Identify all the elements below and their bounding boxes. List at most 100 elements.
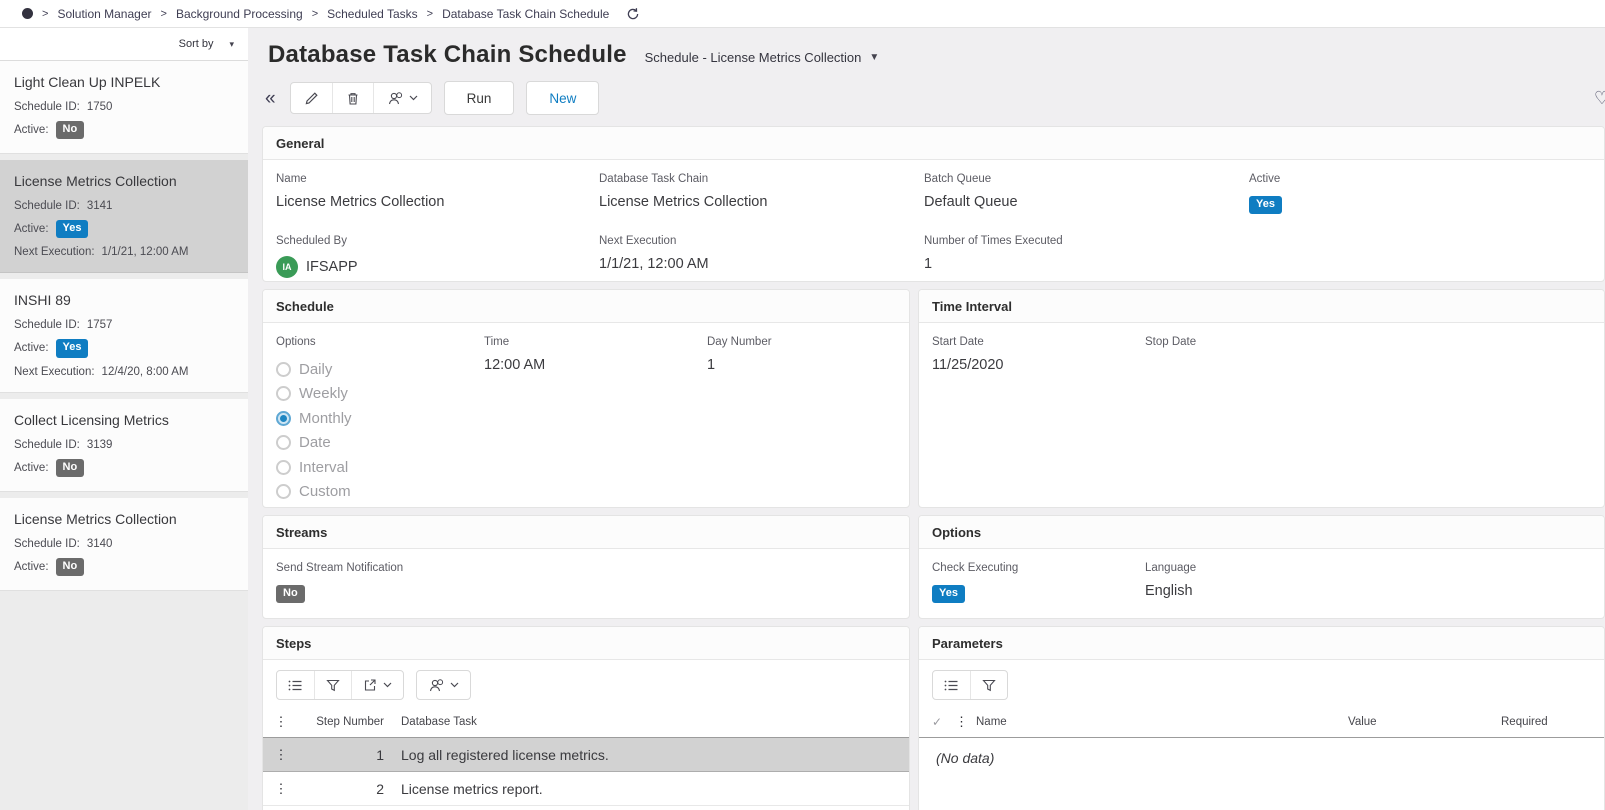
breadcrumb-item-background-processing[interactable]: Background Processing bbox=[176, 7, 303, 21]
chevron-down-icon bbox=[409, 95, 418, 101]
status-badge: No bbox=[276, 585, 305, 603]
delete-button[interactable] bbox=[332, 83, 373, 113]
export-icon bbox=[363, 678, 377, 692]
sort-by-button[interactable]: Sort by bbox=[179, 38, 214, 50]
active-label: Active: bbox=[14, 124, 49, 136]
chevron-down-icon[interactable]: ▾ bbox=[229, 39, 234, 50]
radio-icon bbox=[276, 386, 291, 401]
radio-monthly[interactable]: Monthly bbox=[276, 406, 484, 431]
pencil-icon bbox=[304, 91, 319, 106]
page-title: Database Task Chain Schedule bbox=[268, 41, 627, 69]
field-times-executed: Number of Times Executed 1 bbox=[924, 235, 1249, 278]
assignee-menu-button[interactable] bbox=[373, 83, 431, 113]
step-number-cell: 2 bbox=[299, 781, 389, 797]
filter-button[interactable] bbox=[970, 671, 1007, 699]
time-interval-card: Time Interval Start Date 11/25/2020 Stop… bbox=[918, 289, 1605, 508]
schedule-id-value: 1757 bbox=[87, 319, 113, 331]
trash-icon bbox=[346, 91, 360, 106]
radio-icon bbox=[276, 484, 291, 499]
radio-date[interactable]: Date bbox=[276, 431, 484, 456]
status-badge: No bbox=[56, 459, 85, 477]
status-badge: Yes bbox=[932, 585, 965, 603]
filter-button[interactable] bbox=[314, 671, 351, 699]
steps-toolbar bbox=[263, 660, 909, 709]
kebab-menu-icon[interactable]: ⋮ bbox=[263, 714, 299, 730]
check-icon[interactable]: ✓ bbox=[919, 715, 955, 729]
database-task-cell: Log all registered license metrics. bbox=[389, 747, 909, 763]
column-header-database-task[interactable]: Database Task bbox=[389, 716, 909, 728]
field-database-task-chain: Database Task Chain License Metrics Coll… bbox=[599, 173, 924, 214]
breadcrumb-separator: > bbox=[427, 8, 433, 20]
active-label: Active: bbox=[14, 462, 49, 474]
person-clock-icon bbox=[387, 91, 403, 106]
field-send-stream-notification: Send Stream Notification No bbox=[276, 562, 896, 603]
radio-interval[interactable]: Interval bbox=[276, 455, 484, 480]
list-item-title: INSHI 89 bbox=[14, 292, 234, 308]
radio-custom[interactable]: Custom bbox=[276, 480, 484, 505]
edit-button[interactable] bbox=[291, 83, 332, 113]
column-header-value[interactable]: Value bbox=[1348, 716, 1501, 728]
table-row-selected[interactable]: ⋮ 1 Log all registered license metrics. bbox=[263, 738, 909, 772]
schedule-card: Schedule Options Daily Weekly Monthly Da… bbox=[262, 289, 910, 508]
status-badge: No bbox=[56, 121, 85, 139]
list-view-button[interactable] bbox=[277, 671, 314, 699]
list-item-title: License Metrics Collection bbox=[14, 173, 234, 189]
active-label: Active: bbox=[14, 561, 49, 573]
steps-table-header: ⋮ Step Number Database Task bbox=[263, 709, 909, 738]
assignee-menu-button[interactable] bbox=[417, 671, 470, 699]
list-item[interactable]: INSHI 89 Schedule ID:1757 Active:Yes Nex… bbox=[0, 279, 248, 392]
chevron-down-icon bbox=[450, 682, 459, 688]
breadcrumb-item-current-page[interactable]: Database Task Chain Schedule bbox=[442, 7, 609, 21]
breadcrumb-item-scheduled-tasks[interactable]: Scheduled Tasks bbox=[327, 7, 418, 21]
list-item-title: Collect Licensing Metrics bbox=[14, 412, 234, 428]
schedule-id-label: Schedule ID: bbox=[14, 538, 80, 550]
list-item-title: Light Clean Up INPELK bbox=[14, 74, 234, 90]
breadcrumb: > Solution Manager > Background Processi… bbox=[0, 0, 1605, 28]
sidebar-sort-header: Sort by ▾ bbox=[0, 28, 248, 61]
field-day-number: Day Number 1 bbox=[707, 336, 896, 504]
kebab-menu-icon[interactable]: ⋮ bbox=[263, 781, 299, 797]
column-header-required[interactable]: Required bbox=[1501, 716, 1604, 728]
radio-weekly[interactable]: Weekly bbox=[276, 382, 484, 407]
options-card-title: Options bbox=[919, 516, 1604, 549]
options-card: Options Check Executing Yes Language Eng… bbox=[918, 515, 1605, 619]
favorite-heart-icon[interactable]: ♡ bbox=[1594, 88, 1605, 109]
column-header-step-number[interactable]: Step Number bbox=[299, 716, 389, 728]
schedule-id-value: 1750 bbox=[87, 101, 113, 113]
kebab-menu-icon[interactable]: ⋮ bbox=[955, 714, 976, 730]
new-button[interactable]: New bbox=[526, 81, 599, 115]
column-header-name[interactable]: Name bbox=[976, 716, 1348, 728]
list-item-selected[interactable]: License Metrics Collection Schedule ID:3… bbox=[0, 160, 248, 273]
parameters-table-header: ✓ ⋮ Name Value Required bbox=[919, 709, 1604, 738]
next-execution-label: Next Execution: bbox=[14, 366, 95, 378]
next-execution-label: Next Execution: bbox=[14, 246, 95, 258]
field-next-execution: Next Execution 1/1/21, 12:00 AM bbox=[599, 235, 924, 278]
table-row[interactable]: ⋮ 2 License metrics report. bbox=[263, 772, 909, 806]
field-time: Time 12:00 AM bbox=[484, 336, 707, 504]
run-button[interactable]: Run bbox=[444, 81, 515, 115]
next-execution-value: 1/1/21, 12:00 AM bbox=[102, 246, 189, 258]
kebab-menu-icon[interactable]: ⋮ bbox=[263, 747, 299, 763]
list-view-button[interactable] bbox=[933, 671, 970, 699]
general-card-title: General bbox=[263, 127, 1604, 160]
refresh-icon[interactable] bbox=[626, 7, 640, 21]
list-item[interactable]: License Metrics Collection Schedule ID:3… bbox=[0, 498, 248, 591]
record-selector-dropdown[interactable]: Schedule - License Metrics Collection ▼ bbox=[645, 50, 880, 65]
radio-daily[interactable]: Daily bbox=[276, 357, 484, 382]
field-scheduled-by: Scheduled By IA IFSAPP bbox=[276, 235, 599, 278]
filter-icon bbox=[982, 679, 996, 692]
collapse-sidebar-icon[interactable]: « bbox=[263, 89, 278, 108]
parameters-toolbar bbox=[919, 660, 1604, 709]
export-menu-button[interactable] bbox=[351, 671, 403, 699]
streams-card: Streams Send Stream Notification No bbox=[262, 515, 910, 619]
streams-card-title: Streams bbox=[263, 516, 909, 549]
list-item[interactable]: Collect Licensing Metrics Schedule ID:31… bbox=[0, 399, 248, 492]
schedule-card-title: Schedule bbox=[263, 290, 909, 323]
status-badge: Yes bbox=[56, 339, 89, 357]
breadcrumb-item-solution-manager[interactable]: Solution Manager bbox=[57, 7, 151, 21]
chevron-down-icon bbox=[383, 682, 392, 688]
list-item[interactable]: Light Clean Up INPELK Schedule ID:1750 A… bbox=[0, 61, 248, 154]
steps-card-title: Steps bbox=[263, 627, 909, 660]
home-icon[interactable] bbox=[22, 8, 33, 19]
step-number-cell: 1 bbox=[299, 747, 389, 763]
